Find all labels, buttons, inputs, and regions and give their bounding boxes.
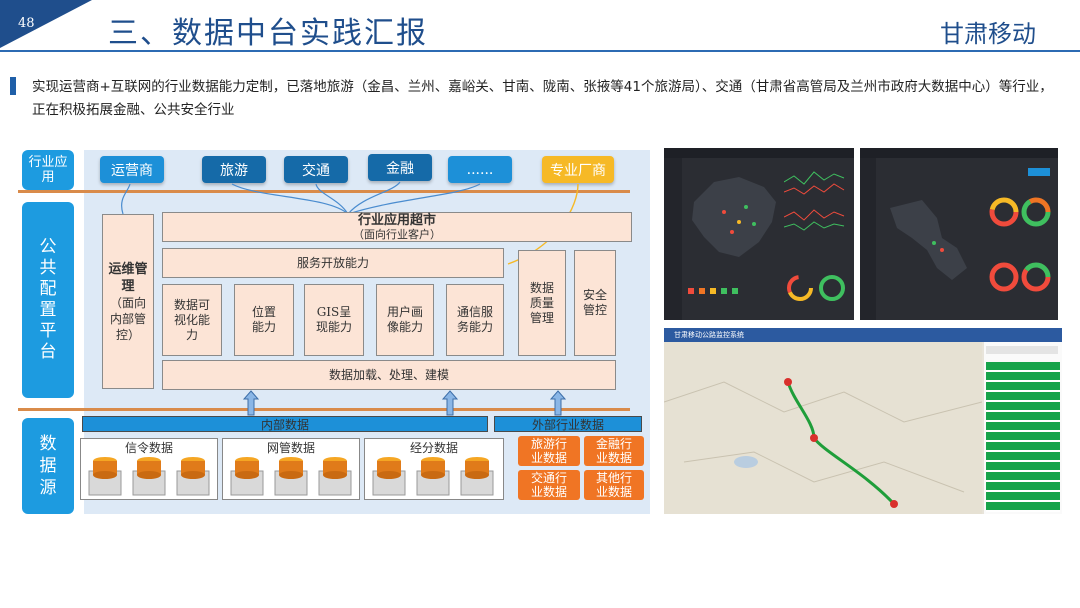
map-result-list[interactable] bbox=[986, 362, 1060, 512]
up-arrow-icon bbox=[442, 390, 458, 416]
dashboard-sidebar bbox=[664, 158, 682, 320]
corner-tab bbox=[0, 0, 92, 48]
capability-visualization-box: 数据可视化能力 bbox=[162, 284, 222, 356]
dashboard-topbar bbox=[664, 148, 854, 158]
page-number: 48 bbox=[18, 16, 35, 31]
industry-market-title: 行业应用超市 bbox=[357, 213, 436, 228]
market-to-traffic-curve bbox=[315, 183, 349, 215]
capability-communication-box: 通信服务能力 bbox=[446, 284, 504, 356]
industry-market-subtitle: （面向行业客户） bbox=[353, 228, 441, 241]
security-control-box: 安全管控 bbox=[574, 250, 616, 356]
up-arrow-icon bbox=[243, 390, 259, 416]
server-icon bbox=[274, 457, 308, 496]
ops-subtitle: （面向内部管控） bbox=[109, 295, 146, 342]
header-divider bbox=[0, 50, 1080, 52]
dashboard-screenshot-gansu bbox=[860, 148, 1058, 320]
trend-chart-graphic bbox=[784, 171, 845, 231]
service-open-box: 服务开放能力 bbox=[162, 248, 504, 278]
capability-user-profile-box: 用户画像能力 bbox=[376, 284, 434, 356]
donut-charts-graphic bbox=[787, 275, 845, 301]
external-finance-data: 金融行业数据 bbox=[584, 436, 644, 466]
source-network-mgmt: 网管数据 bbox=[222, 438, 360, 500]
internal-data-bar: 内部数据 bbox=[82, 416, 488, 432]
market-to-finance-curve bbox=[347, 181, 401, 215]
up-arrow-icon bbox=[550, 390, 566, 416]
china-map-graphic bbox=[692, 177, 776, 257]
ring-charts-graphic bbox=[989, 197, 1051, 292]
dashboard-query-button bbox=[1028, 168, 1050, 176]
source-signaling: 信令数据 bbox=[80, 438, 218, 500]
data-processing-box: 数据加载、处理、建模 bbox=[162, 360, 616, 390]
ops-management-box: 运维管理 （面向内部管控） bbox=[102, 214, 154, 389]
server-icon bbox=[372, 457, 406, 496]
map-panel-title: 甘肃移动公路监控系统 bbox=[674, 331, 744, 339]
data-quality-box: 数据质量管理 bbox=[518, 250, 566, 356]
ops-title: 运维管理 bbox=[108, 261, 148, 294]
capability-gis-box: GIS呈现能力 bbox=[304, 284, 364, 356]
server-icon bbox=[460, 457, 494, 496]
map-search-input[interactable] bbox=[986, 346, 1058, 354]
dashboard-sidebar bbox=[860, 158, 876, 320]
route-map-screenshot: 甘肃移动公路监控系统 bbox=[664, 328, 1062, 514]
market-to-tourism-curve bbox=[231, 183, 349, 215]
bullet-marker bbox=[10, 77, 16, 95]
intro-text: 实现运营商+互联网的行业数据能力定制，已落地旅游（金昌、兰州、嘉峪关、甘南、陇南… bbox=[32, 79, 1053, 118]
external-other-data: 其他行业数据 bbox=[584, 470, 644, 500]
server-icon bbox=[88, 457, 122, 496]
server-icon bbox=[230, 457, 264, 496]
brand-name: 甘肃移动 bbox=[940, 20, 1036, 48]
gansu-map-graphic bbox=[890, 200, 967, 280]
dashboard-topbar bbox=[860, 148, 1058, 158]
architecture-diagram: 行业应用 公共配置平台 数据源 运营商 旅游 交通 金融 ...... 专业厂商… bbox=[18, 146, 652, 514]
dashboard-legend bbox=[688, 288, 778, 300]
dashboard-screenshot-china bbox=[664, 148, 854, 320]
industry-market-box: 行业应用超市 （面向行业客户） bbox=[162, 212, 632, 242]
external-traffic-data: 交通行业数据 bbox=[518, 470, 580, 500]
route-map-graphic bbox=[664, 342, 982, 514]
server-icon bbox=[176, 457, 210, 496]
external-data-bar: 外部行业数据 bbox=[494, 416, 642, 432]
source-business-analysis: 经分数据 bbox=[364, 438, 504, 500]
server-icon bbox=[416, 457, 450, 496]
external-tourism-data: 旅游行业数据 bbox=[518, 436, 580, 466]
ops-to-operator-curve bbox=[121, 183, 131, 215]
server-icon bbox=[318, 457, 352, 496]
map-topbar: 甘肃移动公路监控系统 bbox=[664, 328, 1062, 342]
capability-location-box: 位置能力 bbox=[234, 284, 294, 356]
map-side-panel bbox=[984, 342, 1062, 514]
page-title: 三、数据中台实践汇报 bbox=[108, 16, 428, 51]
server-icon bbox=[132, 457, 166, 496]
